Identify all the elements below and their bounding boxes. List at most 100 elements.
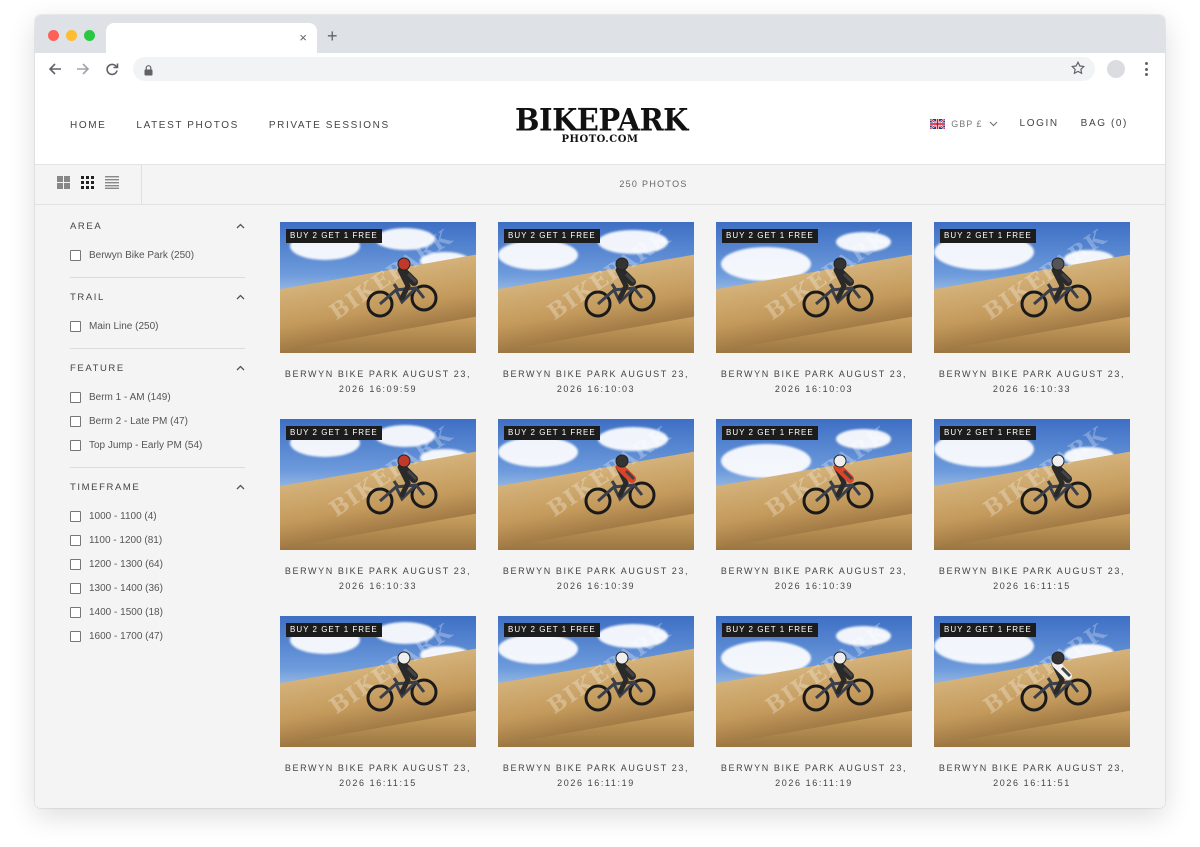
photo-count: 250 PHOTOS [619,179,688,189]
list-view-icon[interactable] [105,175,119,194]
browser-tab[interactable]: × [106,23,317,53]
photo-caption[interactable]: BERWYN BIKE PARK AUGUST 23, 2026 16:10:33 [280,564,476,594]
photo-caption[interactable]: BERWYN BIKE PARK AUGUST 23, 2026 16:11:15 [934,564,1130,594]
browser-toolbar [35,53,1165,85]
filter-option[interactable]: Top Jump - Early PM (54) [70,433,245,457]
photo-thumbnail[interactable]: BIKEPARK BUY 2 GET 1 FREE [280,616,476,747]
photo-thumbnail[interactable]: BIKEPARK BUY 2 GET 1 FREE [716,616,912,747]
photo-caption[interactable]: BERWYN BIKE PARK AUGUST 23, 2026 16:10:39 [498,564,694,594]
filter-checkbox[interactable] [70,630,81,642]
photo-title: BERWYN BIKE PARK AUGUST 23, [938,763,1126,773]
photo-caption[interactable]: BERWYN BIKE PARK AUGUST 23, 2026 16:10:39 [716,564,912,594]
chevron-up-icon[interactable] [236,223,245,229]
chevron-up-icon[interactable] [236,294,245,300]
kebab-menu-icon[interactable] [1138,61,1154,77]
nav-home[interactable]: HOME [70,120,106,131]
photo-caption[interactable]: BERWYN BIKE PARK AUGUST 23, 2026 16:11:19 [498,761,694,791]
maximize-window-button[interactable] [84,30,95,41]
photo-card[interactable]: BIKEPARK BUY 2 GET 1 FREE BERWYN BIKE PARK… [280,616,476,808]
photo-card[interactable]: BIKEPARK BUY 2 GET 1 FREE BERWYN BIKE PARK… [280,222,476,419]
filter-checkbox[interactable] [70,320,81,332]
login-link[interactable]: LOGIN [1020,118,1059,129]
photo-card[interactable]: BIKEPARK BUY 2 GET 1 FREE BERWYN BIKE PARK… [498,222,694,419]
grid-large-icon[interactable] [57,175,70,194]
photo-card[interactable]: BIKEPARK BUY 2 GET 1 FREE BERWYN BIKE PARK… [934,419,1130,616]
photo-thumbnail[interactable]: BIKEPARK BUY 2 GET 1 FREE [498,222,694,353]
filter-checkbox[interactable] [70,534,81,546]
site-logo[interactable]: BIKEPARK PHOTO.COM [515,104,688,145]
profile-avatar[interactable] [1107,60,1125,78]
filter-option[interactable]: 1600 - 1700 (47) [70,624,245,648]
grid-small-icon[interactable] [81,175,94,194]
tab-strip: × + [35,15,1165,53]
filter-option[interactable]: Main Line (250) [70,314,245,338]
rider-illustration [1020,257,1092,318]
photo-card[interactable]: BIKEPARK BUY 2 GET 1 FREE BERWYN BIKE PARK… [716,616,912,808]
filter-header[interactable]: FEATURE [70,361,245,375]
chevron-up-icon[interactable] [236,484,245,490]
photo-thumbnail[interactable]: BIKEPARK BUY 2 GET 1 FREE [280,222,476,353]
photo-thumbnail[interactable]: BIKEPARK BUY 2 GET 1 FREE [716,222,912,353]
photo-card[interactable]: BIKEPARK BUY 2 GET 1 FREE BERWYN BIKE PARK… [498,419,694,616]
tab-close-icon[interactable]: × [299,30,307,46]
reload-icon[interactable] [101,58,123,80]
photo-caption[interactable]: BERWYN BIKE PARK AUGUST 23, 2026 16:11:19 [716,761,912,791]
filter-option[interactable]: 1000 - 1100 (4) [70,504,245,528]
filter-option[interactable]: Berwyn Bike Park (250) [70,243,245,267]
photo-caption[interactable]: BERWYN BIKE PARK AUGUST 23, 2026 16:10:03 [716,367,912,397]
photo-thumbnail[interactable]: BIKEPARK BUY 2 GET 1 FREE [934,419,1130,550]
currency-selector[interactable]: GBP £ [930,118,997,129]
photo-thumbnail[interactable]: BIKEPARK BUY 2 GET 1 FREE [498,616,694,747]
filter-checkbox[interactable] [70,582,81,594]
photo-thumbnail[interactable]: BIKEPARK BUY 2 GET 1 FREE [716,419,912,550]
filter-checkbox[interactable] [70,415,81,427]
photo-thumbnail[interactable]: BIKEPARK BUY 2 GET 1 FREE [498,419,694,550]
photo-card[interactable]: BIKEPARK BUY 2 GET 1 FREE BERWYN BIKE PARK… [716,222,912,419]
filter-checkbox[interactable] [70,558,81,570]
photo-card[interactable]: BIKEPARK BUY 2 GET 1 FREE BERWYN BIKE PARK… [280,419,476,616]
photo-card[interactable]: BIKEPARK BUY 2 GET 1 FREE BERWYN BIKE PARK… [498,616,694,808]
photo-caption[interactable]: BERWYN BIKE PARK AUGUST 23, 2026 16:09:59 [280,367,476,397]
new-tab-button[interactable]: + [327,27,338,45]
photo-thumbnail[interactable]: BIKEPARK BUY 2 GET 1 FREE [934,222,1130,353]
back-arrow-icon[interactable] [44,58,66,80]
filter-checkbox[interactable] [70,249,81,261]
filter-option[interactable]: 1200 - 1300 (64) [70,552,245,576]
nav-latest-photos[interactable]: LATEST PHOTOS [136,120,239,131]
filter-header[interactable]: TRAIL [70,290,245,304]
filter-checkbox[interactable] [70,510,81,522]
bookmark-star-icon[interactable] [1070,60,1086,80]
address-bar[interactable] [133,57,1095,81]
photo-thumbnail[interactable]: BIKEPARK BUY 2 GET 1 FREE [280,419,476,550]
photo-card[interactable]: BIKEPARK BUY 2 GET 1 FREE BERWYN BIKE PARK… [934,616,1130,808]
forward-arrow-icon[interactable] [72,58,94,80]
minimize-window-button[interactable] [66,30,77,41]
filter-checkbox[interactable] [70,439,81,451]
filter-option[interactable]: 1100 - 1200 (81) [70,528,245,552]
promo-badge: BUY 2 GET 1 FREE [722,229,818,243]
filter-checkbox[interactable] [70,606,81,618]
photo-card[interactable]: BIKEPARK BUY 2 GET 1 FREE BERWYN BIKE PARK… [934,222,1130,419]
filter-option-label: 1300 - 1400 (36) [89,582,163,594]
filter-header[interactable]: TIMEFRAME [70,480,245,494]
photo-title: BERWYN BIKE PARK AUGUST 23, [284,763,472,773]
filter-option[interactable]: 1300 - 1400 (36) [70,576,245,600]
photo-thumbnail[interactable]: BIKEPARK BUY 2 GET 1 FREE [934,616,1130,747]
filter-option[interactable]: Berm 2 - Late PM (47) [70,409,245,433]
chevron-up-icon[interactable] [236,365,245,371]
filter-header[interactable]: AREA [70,219,245,233]
close-window-button[interactable] [48,30,59,41]
nav-private-sessions[interactable]: PRIVATE SESSIONS [269,120,390,131]
promo-badge: BUY 2 GET 1 FREE [286,426,382,440]
photo-card[interactable]: BIKEPARK BUY 2 GET 1 FREE BERWYN BIKE PARK… [716,419,912,616]
photo-caption[interactable]: BERWYN BIKE PARK AUGUST 23, 2026 16:11:51 [934,761,1130,791]
filter-checkbox[interactable] [70,391,81,403]
bag-link[interactable]: BAG (0) [1081,118,1128,129]
filter-option-label: Berwyn Bike Park (250) [89,249,195,261]
filter-option[interactable]: Berm 1 - AM (149) [70,385,245,409]
photo-caption[interactable]: BERWYN BIKE PARK AUGUST 23, 2026 16:10:33 [934,367,1130,397]
promo-badge: BUY 2 GET 1 FREE [286,229,382,243]
filter-option[interactable]: 1400 - 1500 (18) [70,600,245,624]
photo-caption[interactable]: BERWYN BIKE PARK AUGUST 23, 2026 16:10:03 [498,367,694,397]
photo-caption[interactable]: BERWYN BIKE PARK AUGUST 23, 2026 16:11:15 [280,761,476,791]
